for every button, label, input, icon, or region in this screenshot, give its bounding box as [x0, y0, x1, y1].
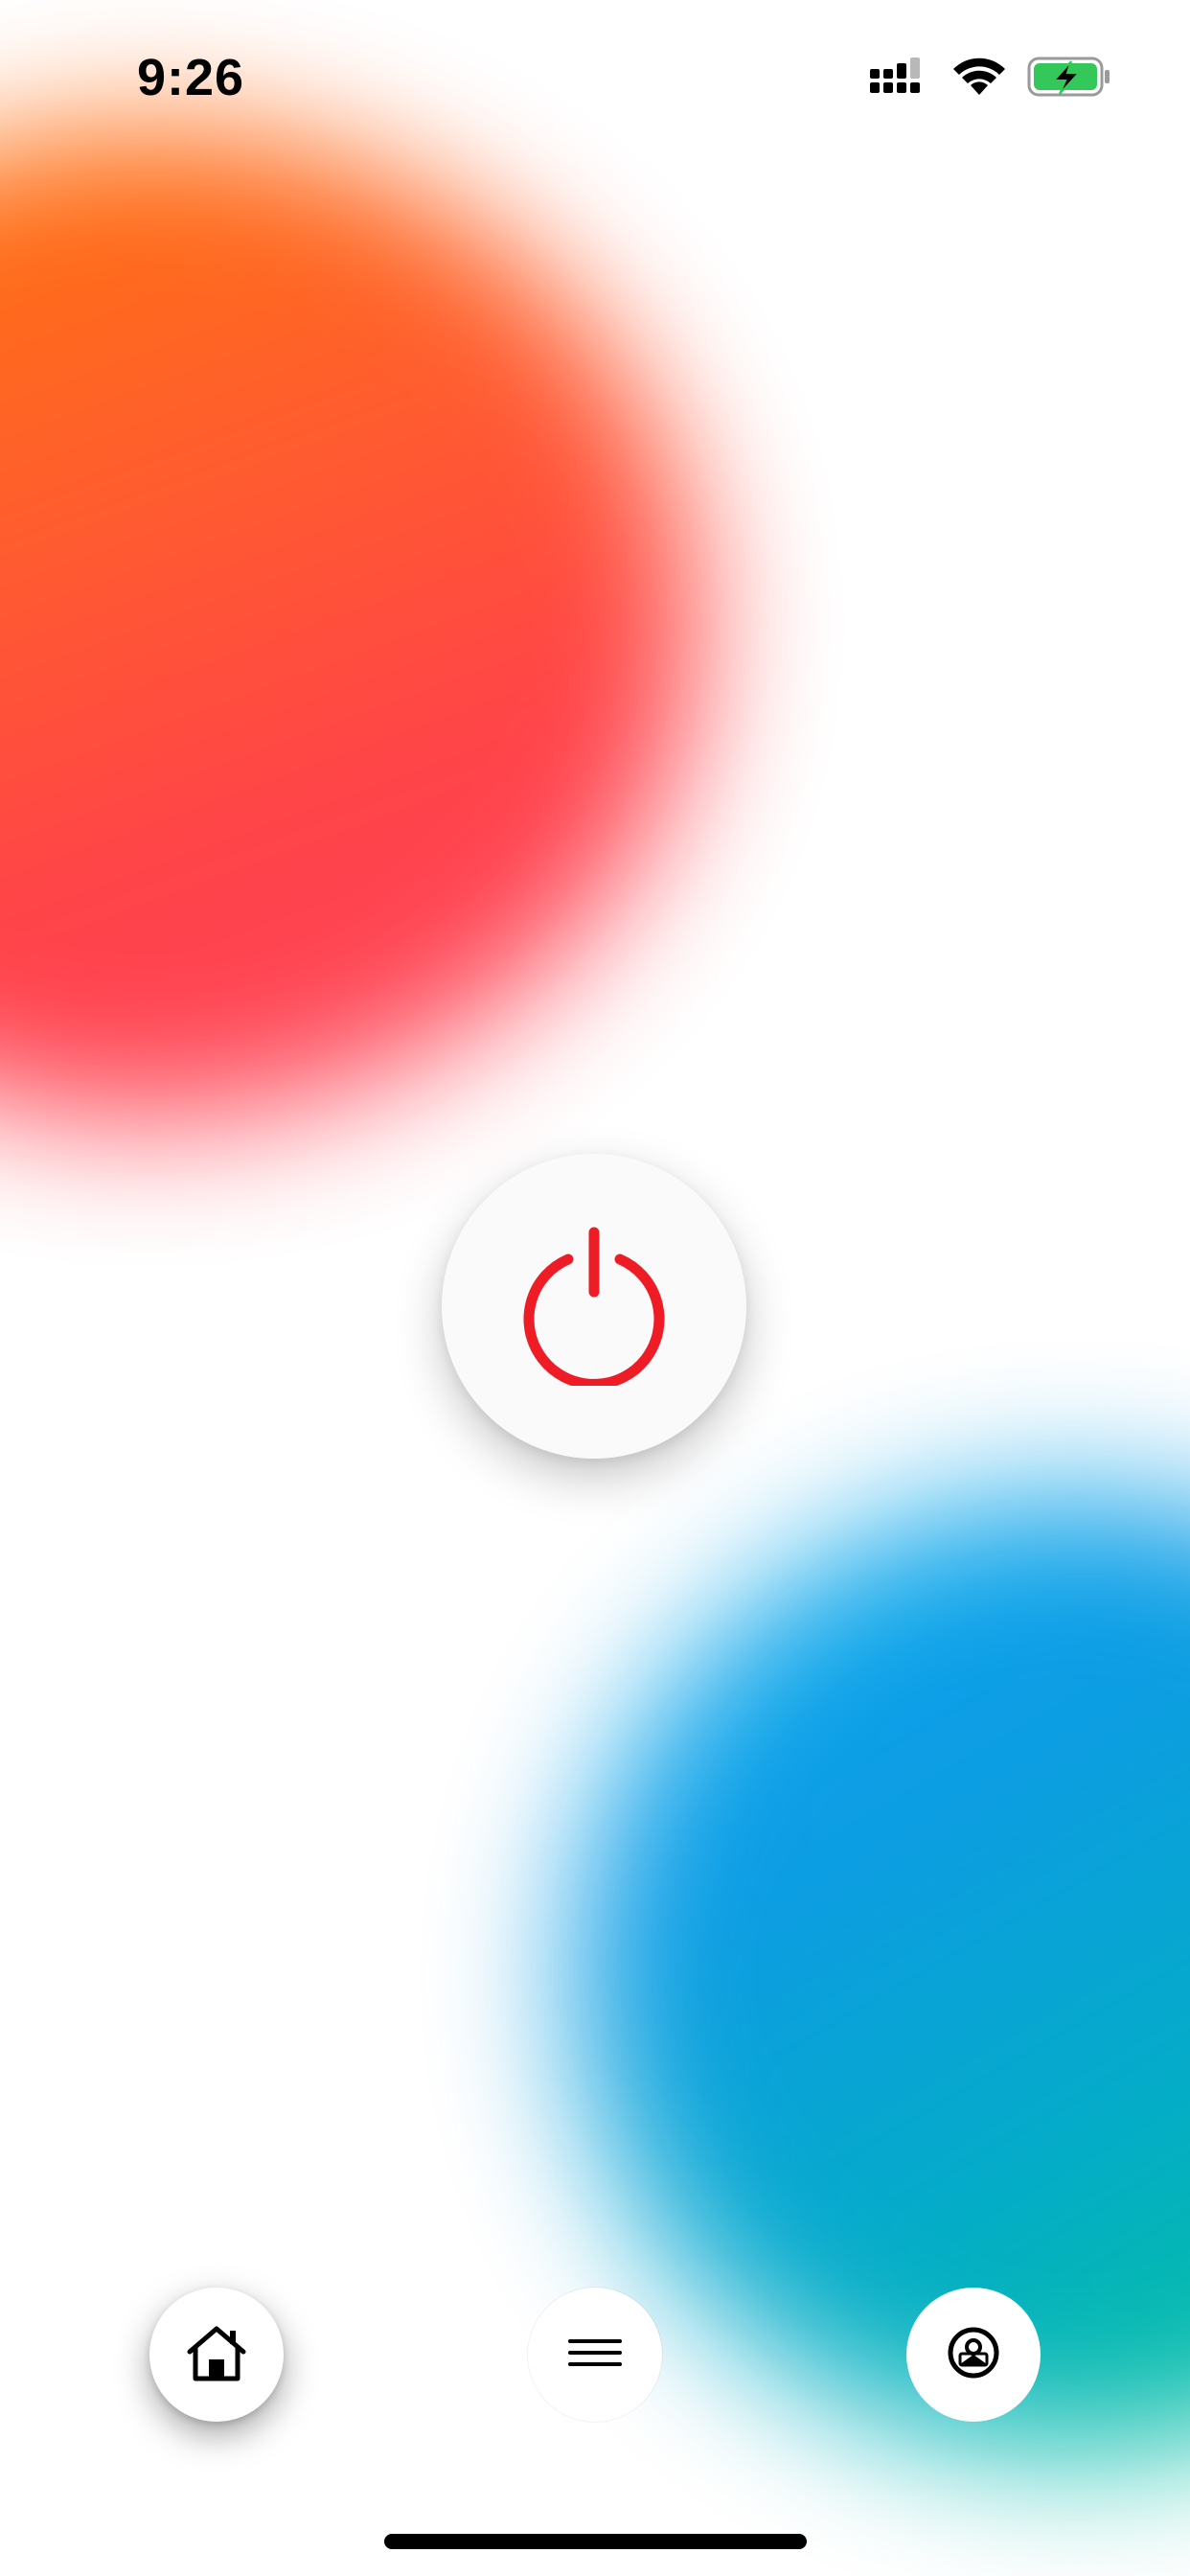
home-indicator[interactable]: [384, 2534, 807, 2549]
battery-charging-icon: [1027, 56, 1111, 103]
orange-gradient-blob: [0, 125, 699, 1121]
home-icon: [184, 2323, 249, 2387]
wifi-icon: [952, 57, 1006, 102]
account-icon: [945, 2324, 1002, 2386]
app-screen: 9:26: [0, 0, 1190, 2576]
menu-button[interactable]: [528, 2288, 662, 2422]
status-icons: [870, 56, 1111, 103]
menu-icon: [566, 2335, 624, 2375]
power-button[interactable]: [442, 1154, 746, 1459]
account-button[interactable]: [906, 2288, 1041, 2422]
blue-gradient-blob: [575, 1495, 1190, 2453]
status-bar: 9:26: [0, 0, 1190, 153]
home-button[interactable]: [149, 2288, 284, 2422]
status-time: 9:26: [137, 49, 245, 106]
power-icon: [513, 1223, 675, 1391]
cellular-signal-icon: [870, 58, 931, 101]
